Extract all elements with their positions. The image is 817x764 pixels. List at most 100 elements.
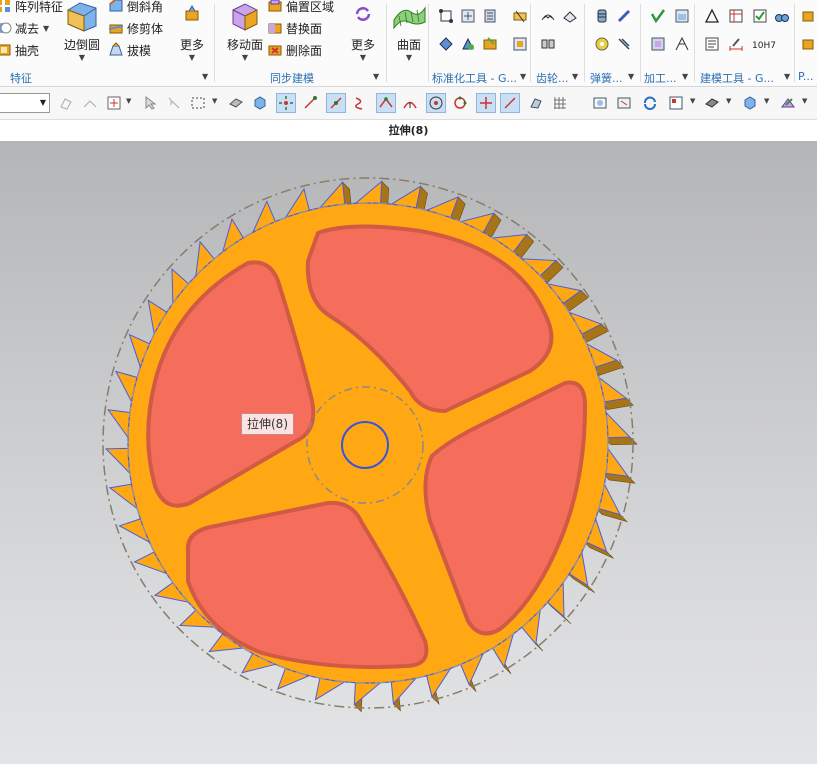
delete-face-button[interactable]: 删除面 xyxy=(267,40,322,60)
std-tool-1-icon[interactable] xyxy=(436,6,456,26)
select-intent-icon[interactable] xyxy=(56,93,76,113)
snap-mid-point-icon[interactable] xyxy=(326,93,346,113)
shaded-view-icon[interactable] xyxy=(740,93,760,113)
shaded-view-dropdown-icon[interactable]: ▼ xyxy=(764,97,769,105)
shell-button[interactable]: 抽壳 xyxy=(0,40,39,60)
std-tool-6-icon[interactable] xyxy=(480,34,500,54)
shaft-hole[interactable] xyxy=(341,421,389,469)
std-tool-2-icon[interactable] xyxy=(458,6,478,26)
snap-point-icon[interactable] xyxy=(104,93,124,113)
grid-icon[interactable] xyxy=(550,93,570,113)
fit-view-icon[interactable] xyxy=(590,93,610,113)
feature-more-dropdown-icon[interactable]: ▼ xyxy=(172,53,212,62)
snap-all-points-icon[interactable] xyxy=(276,93,296,113)
snap-circle-center-icon[interactable] xyxy=(426,93,446,113)
sync-group-label: 同步建模 xyxy=(270,72,314,85)
sync-group-expand-icon[interactable]: ▼ xyxy=(373,72,379,81)
spring-tool-2-icon[interactable] xyxy=(614,6,634,26)
machining-tool-3-icon[interactable] xyxy=(648,34,668,54)
move-face-button[interactable]: 移动面 ▼ xyxy=(223,0,267,62)
dimension-tool-icon[interactable] xyxy=(726,34,746,54)
snap-arc-center-icon[interactable] xyxy=(400,93,420,113)
pattern-feature-label: 阵列特征 xyxy=(15,0,64,14)
edit-section-icon[interactable] xyxy=(778,93,798,113)
std-tool-4-icon[interactable] xyxy=(436,34,456,54)
orient-view-dropdown-icon[interactable]: ▼ xyxy=(690,97,695,105)
snap-intersection-icon[interactable] xyxy=(376,93,396,113)
box-select-dropdown-icon[interactable]: ▼ xyxy=(212,97,217,105)
tolerance-10h7-text: 10H7 xyxy=(752,41,776,51)
edge-blend-dropdown-icon[interactable]: ▼ xyxy=(62,53,102,62)
subtract-button[interactable]: 减去 ▼ xyxy=(0,18,49,38)
modeling-tools-expand-icon[interactable]: ▼ xyxy=(784,72,790,81)
chamfer-button[interactable]: 倒斜角 xyxy=(108,0,163,16)
box-select-icon[interactable] xyxy=(188,93,208,113)
triangle-icon[interactable] xyxy=(702,6,722,26)
selection-filter-dropdown[interactable]: ▼ xyxy=(0,93,50,113)
gear-group-expand-icon[interactable]: ▼ xyxy=(572,72,578,81)
machining-tool-1-icon[interactable] xyxy=(648,6,668,26)
check-grid-icon[interactable] xyxy=(750,6,770,26)
edge-blend-button[interactable]: 边倒圆 ▼ xyxy=(62,0,102,62)
graphics-window[interactable]: 拉伸(8) xyxy=(0,141,817,764)
gear-tool-2-icon[interactable] xyxy=(560,6,580,26)
rotate-view-icon[interactable] xyxy=(640,93,660,113)
orient-view-icon[interactable] xyxy=(666,93,686,113)
curve-rule-icon[interactable] xyxy=(80,93,100,113)
replace-face-button[interactable]: 替换面 xyxy=(267,18,322,38)
std-tool-8-icon[interactable] xyxy=(510,34,530,54)
overflow-tool-2-icon[interactable] xyxy=(798,34,817,54)
std-tool-3-icon[interactable] xyxy=(480,6,500,26)
select-body-icon[interactable] xyxy=(250,93,270,113)
table-tool-icon[interactable] xyxy=(726,6,746,26)
std-tool-7-icon[interactable] xyxy=(510,6,530,26)
text-box-icon[interactable] xyxy=(702,34,722,54)
shell-icon xyxy=(0,42,12,58)
machining-tool-4-icon[interactable] xyxy=(672,34,692,54)
snap-end-point-icon[interactable] xyxy=(300,93,320,113)
trim-body-button[interactable]: 修剪体 xyxy=(108,18,163,38)
draft-button[interactable]: 拔模 xyxy=(108,40,151,60)
sync-more-button[interactable]: 更多 ▼ xyxy=(345,4,381,62)
binoculars-icon[interactable] xyxy=(772,6,792,26)
snap-point-on-face-icon[interactable] xyxy=(500,93,520,113)
offset-region-button[interactable]: 偏置区域 xyxy=(267,0,334,16)
surface-button[interactable]: 曲面 ▼ xyxy=(390,0,428,62)
select-face-icon[interactable] xyxy=(226,93,246,113)
subtract-dropdown-icon[interactable]: ▼ xyxy=(43,24,49,33)
snap-point-on-curve-icon[interactable] xyxy=(476,93,496,113)
gear-tool-3-icon[interactable] xyxy=(538,34,558,54)
machining-group-expand-icon[interactable]: ▼ xyxy=(682,72,688,81)
render-style-icon[interactable] xyxy=(702,93,722,113)
move-face-dropdown-icon[interactable]: ▼ xyxy=(223,53,267,62)
machining-tool-2-icon[interactable] xyxy=(672,6,692,26)
spring-tool-4-icon[interactable] xyxy=(614,34,634,54)
pointer-icon[interactable] xyxy=(140,93,160,113)
overflow-tool-1-icon[interactable] xyxy=(798,6,817,26)
standard-tools-expand-icon[interactable]: ▼ xyxy=(520,72,526,81)
gear-tool-1-icon[interactable] xyxy=(538,6,558,26)
spring-tool-3-icon[interactable] xyxy=(592,34,612,54)
window-title: 拉伸(8) xyxy=(0,120,817,142)
pattern-feature-icon xyxy=(0,0,12,14)
tolerance-10h7-icon[interactable]: 10H7 xyxy=(750,34,778,54)
gear-model[interactable] xyxy=(0,141,817,764)
feature-more-button[interactable]: 更多 ▼ xyxy=(172,4,212,62)
edit-section-dropdown-icon[interactable]: ▼ xyxy=(802,97,807,105)
delete-face-label: 删除面 xyxy=(286,43,323,58)
snap-quadrant-icon[interactable] xyxy=(450,93,470,113)
chevron-down-icon: ▼ xyxy=(39,98,46,107)
zoom-view-icon[interactable] xyxy=(614,93,634,113)
feature-group-expand-icon[interactable]: ▼ xyxy=(202,72,208,81)
surface-dropdown-icon[interactable]: ▼ xyxy=(390,53,428,62)
render-style-dropdown-icon[interactable]: ▼ xyxy=(726,97,731,105)
snap-control-point-icon[interactable] xyxy=(350,93,370,113)
sync-more-dropdown-icon[interactable]: ▼ xyxy=(345,53,381,62)
snap-point-dropdown-icon[interactable]: ▼ xyxy=(126,97,131,105)
pattern-feature-button[interactable]: 阵列特征 xyxy=(0,0,63,16)
spring-tool-1-icon[interactable] xyxy=(592,6,612,26)
spring-group-expand-icon[interactable]: ▼ xyxy=(628,72,634,81)
deselect-icon[interactable] xyxy=(164,93,184,113)
snap-existing-point-icon[interactable] xyxy=(526,93,546,113)
std-tool-5-icon[interactable] xyxy=(458,34,478,54)
